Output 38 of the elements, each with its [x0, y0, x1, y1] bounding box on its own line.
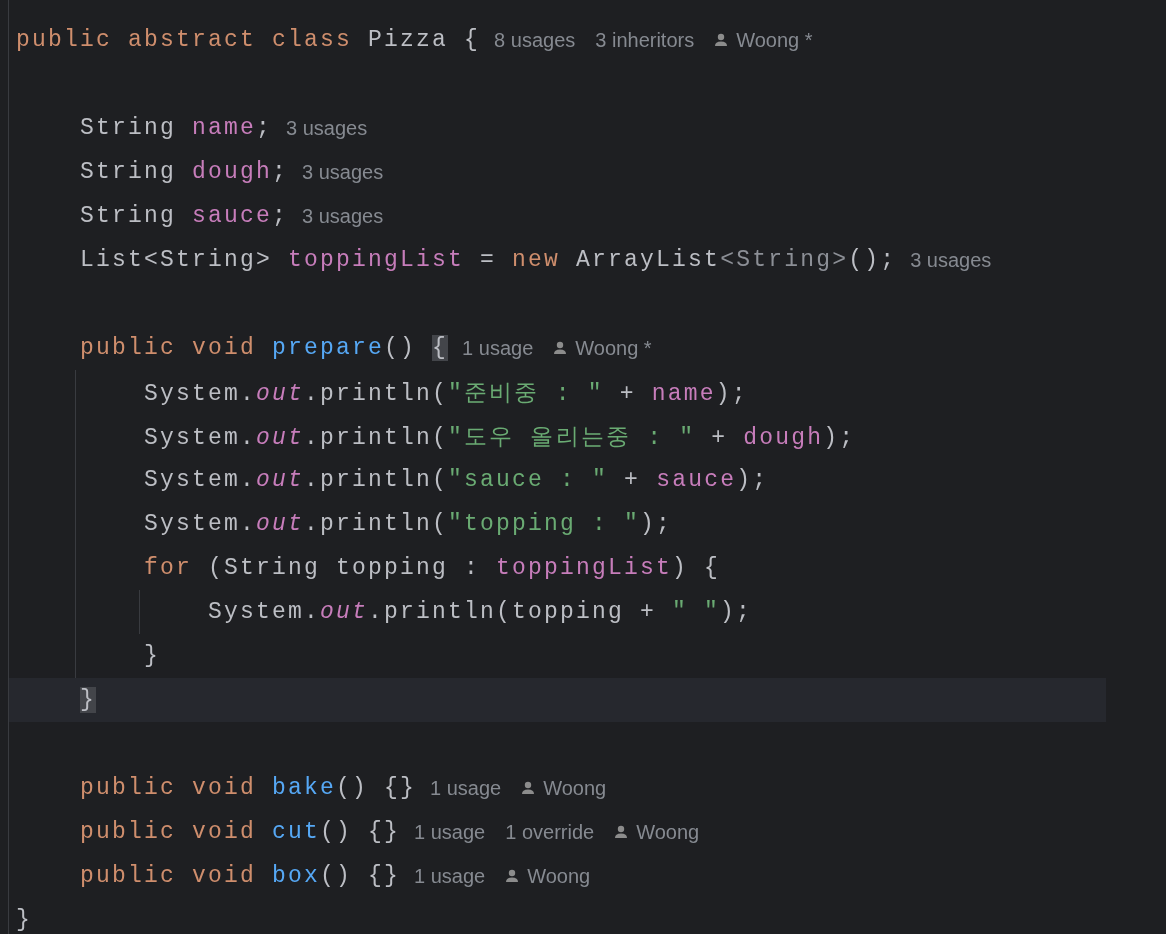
usage-hint[interactable]: 3 usages	[910, 248, 992, 272]
code-line: for (String topping : toppingList) {	[144, 555, 721, 581]
code-line: public void bake() {}	[80, 775, 417, 801]
code-line: }	[144, 643, 160, 669]
usage-hint[interactable]: 3 usages	[302, 160, 384, 184]
code-line: System.out.println("준비중 : " + name);	[144, 379, 748, 408]
usage-hint[interactable]: 1 usage	[414, 820, 486, 844]
author-hint[interactable]: Woong *	[553, 336, 652, 360]
code-line: System.out.println("sauce : " + sauce);	[144, 467, 769, 493]
usage-hint[interactable]: 1 usage	[430, 776, 502, 800]
code-line: List<String> toppingList = new ArrayList<String>();	[80, 247, 897, 273]
usage-hint[interactable]: 3 inheritors	[595, 28, 695, 52]
usage-hint[interactable]: 3 usages	[302, 204, 384, 228]
person-icon	[614, 825, 629, 839]
usage-hint[interactable]: 1 usage	[414, 864, 486, 888]
author-hint[interactable]: Woong	[521, 776, 607, 800]
code-line: public void box() {}	[80, 863, 401, 889]
code-line: System.out.println(topping + " ");	[208, 599, 753, 625]
code-line: public abstract class Pizza {	[16, 27, 481, 53]
code-line: public void cut() {}	[80, 819, 401, 845]
person-icon	[505, 869, 520, 883]
code-line: System.out.println("도우 올리는중 : " + dough);	[144, 423, 856, 452]
usage-hint[interactable]: 1 usage	[462, 336, 534, 360]
person-icon	[714, 33, 729, 47]
author-hint[interactable]: Woong	[614, 820, 700, 844]
author-hint[interactable]: Woong	[505, 864, 591, 888]
usage-hint[interactable]: 1 override	[505, 820, 595, 844]
code-line: System.out.println("topping : ");	[144, 511, 673, 537]
code-line: String sauce;	[80, 203, 289, 229]
usage-hint[interactable]: 3 usages	[286, 116, 368, 140]
code-line: public void prepare() {	[80, 335, 449, 361]
code-line: }	[16, 907, 32, 933]
person-icon	[521, 781, 536, 795]
code-line: String dough;	[80, 159, 289, 185]
person-icon	[553, 341, 568, 355]
author-hint[interactable]: Woong *	[714, 28, 813, 52]
usage-hint[interactable]: 8 usages	[494, 28, 576, 52]
code-line: String name;	[80, 115, 273, 141]
